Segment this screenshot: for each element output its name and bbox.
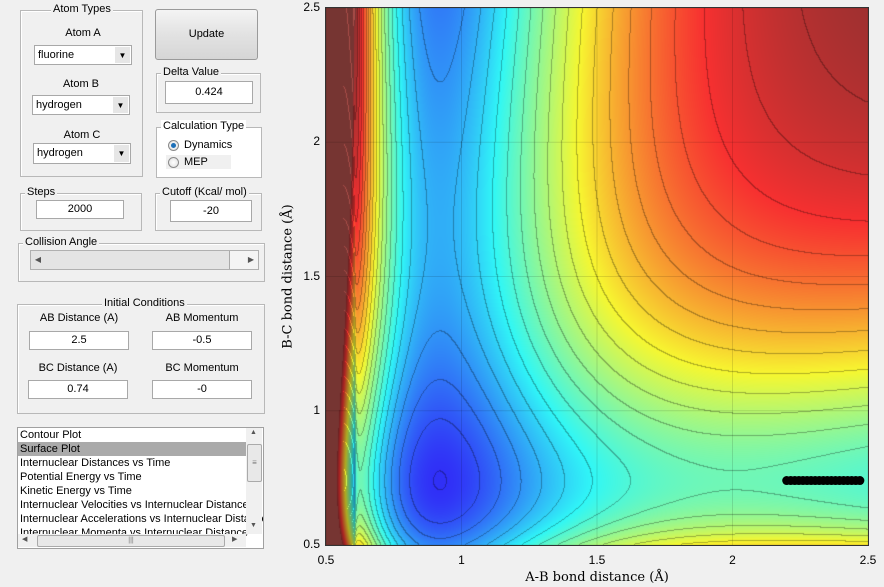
ab-momentum-label: AB Momentum	[165, 312, 239, 324]
bc-momentum-label: BC Momentum	[165, 362, 239, 374]
slider-right-arrow-icon[interactable]: ▶	[244, 251, 258, 269]
delta-value-title: Delta Value	[161, 66, 222, 78]
collision-angle-title: Collision Angle	[23, 236, 100, 248]
list-item[interactable]: Contour Plot	[18, 428, 246, 442]
chevron-down-icon: ▼	[115, 47, 130, 63]
atom-b-select[interactable]: hydrogen ▼	[32, 95, 130, 115]
list-item[interactable]: Potential Energy vs Time	[18, 470, 246, 484]
y-tick-label: 0.5	[303, 537, 320, 551]
cutoff-input[interactable]: -20	[170, 200, 252, 222]
steps-input[interactable]: 2000	[36, 200, 124, 219]
scroll-down-icon[interactable]: ▼	[250, 522, 257, 529]
dynamics-radio[interactable]	[168, 140, 179, 151]
scroll-thumb[interactable]: ≡	[247, 444, 262, 482]
initial-conditions-title: Initial Conditions	[102, 297, 187, 309]
y-tick-label: 1.5	[303, 268, 320, 283]
x-axis-label: A-B bond distance (Å)	[525, 570, 669, 585]
bc-distance-input[interactable]: 0.74	[28, 380, 128, 399]
list-item[interactable]: Internuclear Distances vs Time	[18, 456, 246, 470]
ab-distance-input[interactable]: 2.5	[29, 331, 129, 350]
cutoff-title: Cutoff (Kcal/ mol)	[160, 186, 249, 198]
bc-distance-label: BC Distance (A)	[38, 362, 118, 374]
atom-a-value: fluorine	[38, 49, 75, 61]
hscroll-thumb[interactable]: |||	[37, 535, 225, 547]
mep-label: MEP	[184, 156, 208, 168]
atom-c-label: Atom C	[63, 129, 101, 141]
scroll-up-icon[interactable]: ▲	[250, 429, 257, 436]
ab-distance-label: AB Distance (A)	[39, 312, 119, 324]
plot-overlay	[326, 8, 868, 545]
atom-c-value: hydrogen	[37, 147, 83, 159]
y-tick-label: 2	[313, 134, 320, 149]
x-tick-label: 0.5	[317, 553, 335, 567]
vertical-scrollbar[interactable]: ▲ ≡ ▼	[246, 428, 262, 534]
list-item[interactable]: Internuclear Accelerations vs Internucle…	[18, 512, 263, 526]
x-tick-label: 2	[729, 553, 736, 567]
plot-type-items: Contour Plot Surface Plot Internuclear Dis…	[18, 428, 263, 540]
atom-b-label: Atom B	[62, 78, 100, 90]
horizontal-scrollbar[interactable]: ◀ ||| ▶	[18, 534, 246, 547]
delta-value-input[interactable]: 0.424	[165, 81, 253, 104]
ab-momentum-input[interactable]: -0.5	[152, 331, 252, 350]
list-item[interactable]: Kinetic Energy vs Time	[18, 484, 246, 498]
y-tick-label: 2.5	[303, 0, 320, 14]
trajectory-point	[855, 476, 865, 486]
x-tick-label: 1	[458, 553, 465, 567]
chevron-down-icon: ▼	[114, 145, 129, 162]
update-button[interactable]: Update	[155, 9, 258, 60]
bc-momentum-input[interactable]: -0	[152, 380, 252, 399]
potential-energy-surface-plot	[325, 7, 869, 546]
calculation-type-group: Calculation Type	[156, 120, 262, 178]
scroll-right-icon[interactable]: ▶	[232, 535, 237, 543]
chevron-down-icon: ▼	[113, 97, 128, 113]
atom-types-title: Atom Types	[51, 3, 113, 15]
plot-type-listbox[interactable]: Contour Plot Surface Plot Internuclear Dis…	[17, 427, 264, 549]
atom-b-value: hydrogen	[36, 99, 82, 111]
collision-angle-slider[interactable]: ◀ ▶	[30, 250, 259, 270]
atom-c-select[interactable]: hydrogen ▼	[33, 143, 131, 164]
dynamics-label: Dynamics	[184, 139, 233, 151]
list-item[interactable]: Surface Plot	[18, 442, 246, 456]
scroll-left-icon[interactable]: ◀	[22, 535, 27, 543]
mep-radio[interactable]	[168, 157, 179, 168]
list-item[interactable]: Internuclear Velocities vs Internuclear …	[18, 498, 249, 512]
y-tick-label: 1	[313, 402, 320, 417]
steps-title: Steps	[25, 186, 58, 198]
atom-a-select[interactable]: fluorine ▼	[34, 45, 132, 65]
atom-a-label: Atom A	[65, 27, 101, 39]
x-tick-label: 2.5	[859, 553, 877, 567]
slider-left-arrow-icon[interactable]: ◀	[31, 251, 45, 269]
x-tick-label: 1.5	[588, 553, 606, 567]
calculation-type-title: Calculation Type	[161, 120, 247, 132]
